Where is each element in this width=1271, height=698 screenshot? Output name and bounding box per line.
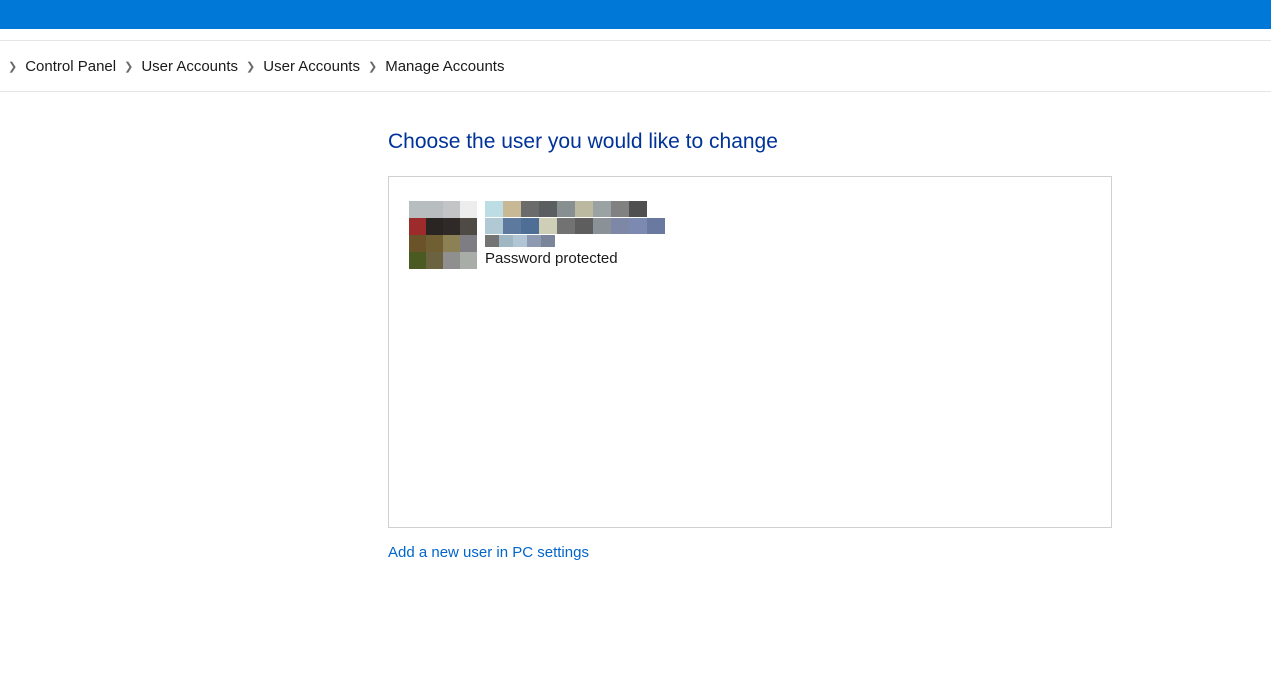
user-info: Password protected [485,201,665,267]
redacted-extra [485,235,665,247]
redacted-account-type [485,218,665,234]
redacted-username [485,201,665,217]
breadcrumb-user-accounts-1[interactable]: User Accounts [139,56,240,77]
breadcrumb-manage-accounts[interactable]: Manage Accounts [383,56,506,77]
breadcrumb: ❯ Control Panel ❯ User Accounts ❯ User A… [0,40,1271,92]
breadcrumb-user-accounts-2[interactable]: User Accounts [261,56,362,77]
chevron-right-icon: ❯ [368,60,377,73]
password-status: Password protected [485,250,665,267]
chevron-right-icon: ❯ [124,60,133,73]
chevron-right-icon: ❯ [8,60,17,73]
user-list-box: Password protected [388,176,1112,528]
chevron-right-icon: ❯ [246,60,255,73]
window-title-bar [0,0,1271,29]
main-content: Choose the user you would like to change [0,92,1271,562]
page-title: Choose the user you would like to change [388,130,1271,154]
user-avatar-icon [409,201,477,269]
breadcrumb-control-panel[interactable]: Control Panel [23,56,118,77]
user-account-item[interactable]: Password protected [409,201,665,269]
add-user-link[interactable]: Add a new user in PC settings [388,544,589,561]
